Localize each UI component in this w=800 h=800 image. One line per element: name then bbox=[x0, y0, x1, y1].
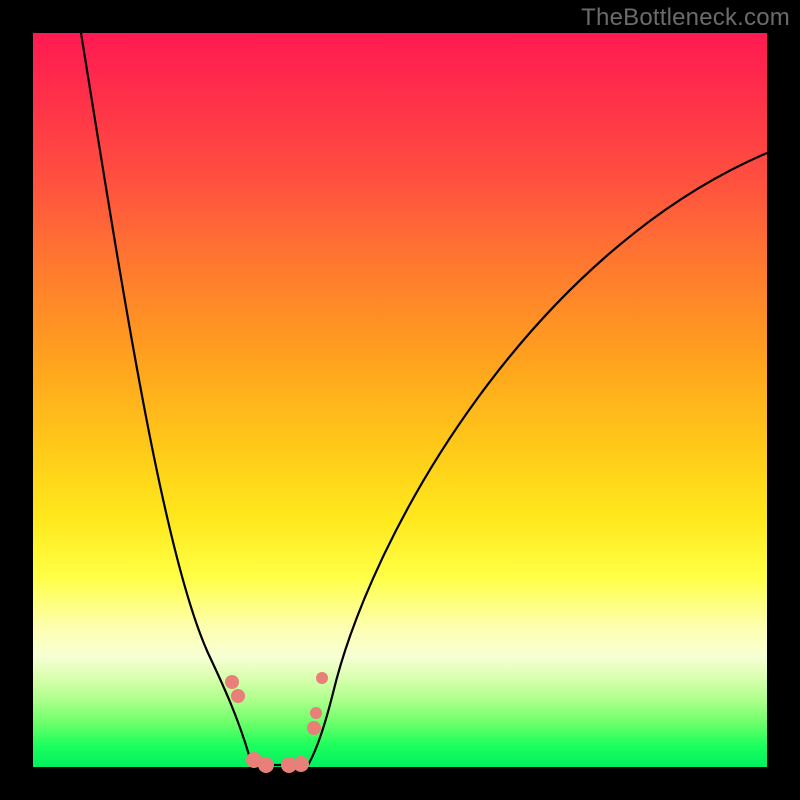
marker-dot bbox=[225, 675, 239, 689]
marker-dot bbox=[293, 756, 309, 772]
marker-dot bbox=[231, 689, 245, 703]
left-curve bbox=[81, 33, 258, 765]
chart-svg bbox=[33, 33, 767, 767]
marker-dot bbox=[316, 672, 328, 684]
chart-plot-area bbox=[33, 33, 767, 767]
chart-frame: TheBottleneck.com bbox=[0, 0, 800, 800]
marker-dot bbox=[307, 721, 321, 735]
marker-dot bbox=[310, 707, 322, 719]
watermark-text: TheBottleneck.com bbox=[581, 4, 790, 32]
marker-dot bbox=[258, 757, 274, 773]
right-curve bbox=[308, 153, 767, 765]
